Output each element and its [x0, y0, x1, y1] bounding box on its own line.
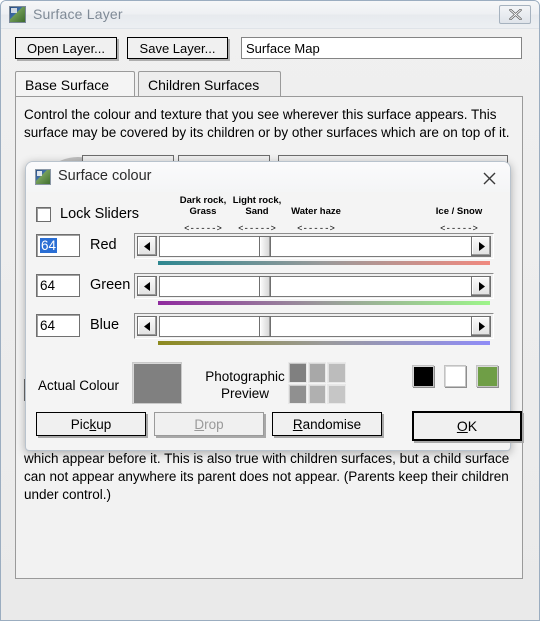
triangle-right-icon — [478, 321, 485, 331]
green-gradient-bar — [158, 301, 490, 305]
panel-description: Control the colour and texture that you … — [24, 107, 510, 140]
ok-label: OK — [456, 418, 478, 434]
preview-cell — [307, 383, 327, 404]
blue-channel-label: Blue — [90, 317, 120, 333]
red-value-text: 64 — [40, 238, 58, 253]
triangle-left-icon — [143, 241, 150, 251]
red-channel-label: Red — [90, 237, 117, 253]
preview-cell — [288, 362, 307, 383]
blue-value-field[interactable]: 64 — [36, 314, 80, 337]
tab-base-surface[interactable]: Base Surface — [15, 71, 135, 97]
zone-label-ice-snow: Ice / Snow — [435, 206, 483, 217]
photographic-preview-grid — [288, 362, 346, 404]
surface-colour-icon — [35, 169, 51, 185]
white-swatch[interactable] — [444, 365, 466, 387]
black-swatch[interactable] — [412, 365, 434, 387]
red-value-field[interactable]: 64 — [36, 234, 80, 257]
blue-slider-thumb[interactable] — [259, 316, 271, 337]
lock-sliders-checkbox[interactable] — [36, 206, 51, 222]
pickup-label: Pickup — [70, 416, 112, 432]
photographic-preview-label: Photographic Preview — [205, 369, 285, 401]
triangle-right-icon — [478, 241, 485, 251]
lock-sliders-label: Lock Sliders — [60, 206, 139, 222]
blue-slider[interactable] — [134, 313, 494, 339]
preview-cell — [288, 383, 307, 404]
save-layer-button[interactable]: Save Layer... — [127, 37, 228, 59]
dialog-close-glyph — [483, 172, 495, 184]
lock-sliders-row: Lock Sliders — [36, 206, 139, 222]
green-value-field[interactable]: 64 — [36, 274, 80, 297]
ok-button[interactable]: OK — [412, 411, 522, 441]
dialog-title-bar: Surface colour — [26, 162, 510, 192]
window-title: Surface Layer — [33, 6, 123, 22]
close-icon[interactable] — [499, 5, 531, 24]
surface-layer-window: Surface Layer Open Layer... Save Layer..… — [0, 0, 540, 621]
green-slider[interactable] — [134, 273, 494, 299]
triangle-right-icon — [478, 281, 485, 291]
randomise-label: Randomise — [292, 416, 362, 432]
preview-cell — [327, 383, 346, 404]
green-slider-left-arrow[interactable] — [137, 276, 157, 296]
dialog-close-icon[interactable] — [478, 167, 500, 189]
red-slider[interactable] — [134, 233, 494, 259]
preview-cell — [307, 362, 327, 383]
surface-layer-icon — [9, 6, 26, 23]
randomise-button[interactable]: Randomise — [272, 412, 382, 436]
tab-children-surfaces[interactable]: Children Surfaces — [138, 71, 281, 97]
red-slider-track[interactable] — [159, 236, 491, 257]
red-slider-right-arrow[interactable] — [471, 236, 491, 256]
drop-button: Drop — [154, 412, 264, 436]
blue-value-text: 64 — [40, 318, 56, 333]
blue-slider-track[interactable] — [159, 316, 491, 337]
surface-colour-dialog: Surface colour Lock Sliders Dark rock, G… — [25, 161, 522, 451]
green-slider-track[interactable] — [159, 276, 491, 297]
close-glyph — [508, 9, 522, 20]
red-gradient-bar — [158, 261, 490, 265]
zone-label-water-haze: Water haze — [291, 206, 341, 217]
pickup-button[interactable]: Pickup — [36, 412, 146, 436]
blue-gradient-bar — [158, 341, 490, 345]
triangle-left-icon — [143, 281, 150, 291]
green-swatch[interactable] — [476, 365, 498, 387]
red-slider-left-arrow[interactable] — [137, 236, 157, 256]
layer-name-input[interactable] — [241, 37, 522, 59]
red-slider-thumb[interactable] — [259, 236, 271, 257]
green-value-text: 64 — [40, 278, 56, 293]
dialog-title: Surface colour — [58, 168, 152, 184]
drop-label: Drop — [194, 416, 224, 432]
green-slider-thumb[interactable] — [259, 276, 271, 297]
actual-colour-label: Actual Colour — [38, 378, 120, 393]
triangle-left-icon — [143, 321, 150, 331]
preview-cell — [327, 362, 346, 383]
actual-colour-swatch[interactable] — [132, 362, 182, 404]
panel-description-tail: which appear before it. This is also tru… — [24, 451, 510, 502]
green-slider-right-arrow[interactable] — [471, 276, 491, 296]
blue-slider-right-arrow[interactable] — [471, 316, 491, 336]
blue-slider-left-arrow[interactable] — [137, 316, 157, 336]
window-title-bar: Surface Layer — [1, 1, 539, 29]
open-layer-button[interactable]: Open Layer... — [15, 37, 117, 59]
green-channel-label: Green — [90, 277, 131, 293]
